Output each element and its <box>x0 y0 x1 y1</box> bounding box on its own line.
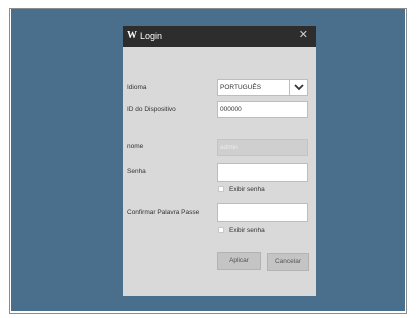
dialog-title: Login <box>140 31 163 41</box>
login-dialog: W Login ✕ Idioma PORTUGUÊS ID do Disposi… <box>123 26 316 296</box>
confirm-password-label: Confirmar Palavra Passe <box>127 209 200 216</box>
show-confirm-password-label: Exibir senha <box>229 227 265 234</box>
show-password-checkbox[interactable] <box>218 186 224 192</box>
chevron-down-icon[interactable] <box>289 80 307 95</box>
language-select[interactable]: PORTUGUÊS <box>217 79 308 96</box>
device-id-label: ID do Dispositivo <box>127 106 176 113</box>
show-password-label: Exibir senha <box>229 186 265 193</box>
close-icon[interactable]: ✕ <box>299 29 308 42</box>
password-field[interactable] <box>217 163 308 182</box>
name-field: admin <box>217 139 308 156</box>
show-confirm-password-checkbox[interactable] <box>218 227 224 233</box>
brand-logo: W <box>127 30 137 41</box>
password-label: Senha <box>127 168 146 175</box>
language-select-value: PORTUGUÊS <box>220 84 262 91</box>
confirm-password-field[interactable] <box>217 203 308 222</box>
name-label: nome <box>127 143 144 150</box>
device-id-field[interactable]: 000000 <box>217 101 308 118</box>
cancel-button[interactable]: Cancelar <box>267 253 309 271</box>
apply-button[interactable]: Aplicar <box>217 252 261 270</box>
language-label: Idioma <box>127 84 147 91</box>
dialog-titlebar: W Login ✕ <box>123 26 316 47</box>
